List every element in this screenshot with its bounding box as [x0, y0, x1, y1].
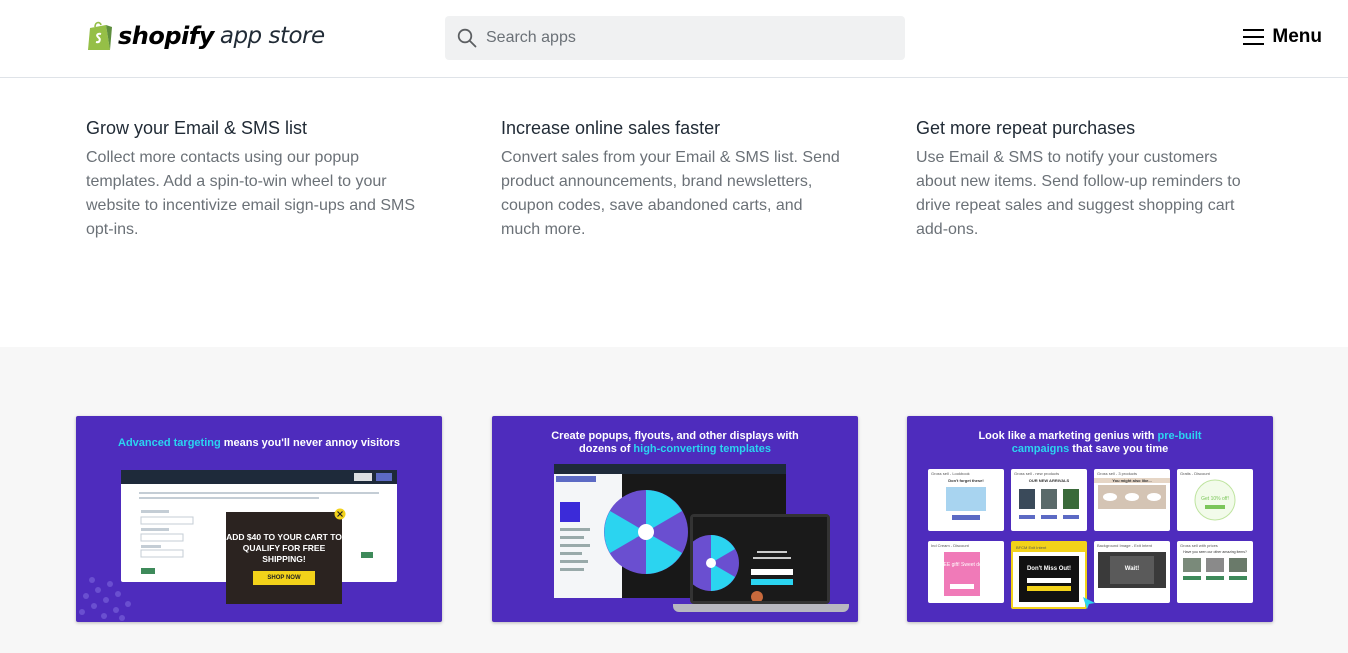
feature-description: Collect more contacts using our popup te… [86, 149, 416, 238]
tile-preview [1098, 485, 1166, 509]
campaign-tile: Gross sell with prices Have you seen our… [1177, 541, 1253, 603]
app-store-label: app store [219, 23, 325, 49]
tile-label: BFCM Exit Intent [1013, 543, 1085, 552]
tile-preview [946, 487, 986, 520]
screenshot-card-templates[interactable]: Create popups, flyouts, and other displa… [492, 416, 858, 622]
tile-label: Gross sell with prices [1180, 543, 1218, 548]
card-title: Look like a marketing genius with pre-bu… [907, 430, 1273, 456]
menu-button[interactable]: Menu [1243, 26, 1322, 48]
card-title-highlight: Advanced targeting [118, 437, 221, 449]
hamburger-icon [1243, 29, 1265, 45]
close-icon [334, 508, 346, 520]
window-buttons [354, 473, 392, 481]
tile-preview [1183, 558, 1247, 580]
tile-preview: Don't Miss Out! [1019, 556, 1079, 602]
feature-email-sms-list: Grow your Email & SMS list Collect more … [86, 118, 426, 242]
laptop-screen [683, 517, 827, 603]
tile-preview [1019, 489, 1079, 519]
card-title: Create popups, flyouts, and other displa… [492, 430, 858, 456]
card-title-pre: dozens of [579, 443, 634, 455]
brand-name: shopify [118, 22, 214, 50]
tile-label: Ind Cream - Discount [931, 543, 969, 548]
card-title-rest: means you'll never annoy visitors [220, 437, 400, 449]
campaign-tile: Gross sell - new products OUR NEW ARRIVA… [1011, 469, 1087, 531]
top-header: shopify app store Menu [0, 0, 1348, 78]
window-titlebar [121, 470, 397, 484]
card-title-line: Create popups, flyouts, and other displa… [551, 430, 799, 442]
feature-description: Convert sales from your Email & SMS list… [501, 149, 840, 238]
campaign-tile: Gratis - Discount Get 10% off! [1177, 469, 1253, 531]
feature-online-sales: Increase online sales faster Convert sal… [501, 118, 841, 242]
popup-shop-button: SHOP NOW [253, 571, 315, 585]
tile-label: Gross sell - 3 products [1097, 471, 1138, 476]
campaign-tile: Gross sell - 3 products You might also l… [1094, 469, 1170, 531]
screenshot-card-campaigns[interactable]: Look like a marketing genius with pre-bu… [907, 416, 1273, 622]
feature-section: Grow your Email & SMS list Collect more … [0, 78, 1348, 347]
campaign-tile: Background Image - Exit Intent Wait! [1094, 541, 1170, 603]
spin-wheel-graphic [604, 490, 688, 574]
tile-label: Gross sell - new products [1014, 471, 1060, 476]
search-icon [457, 28, 477, 48]
popup-text: ADD $40 TO YOUR CART TO QUALIFY FOR FREE… [226, 532, 342, 564]
feature-title: Grow your Email & SMS list [86, 118, 308, 138]
tile-preview: Get 10% off! [1194, 479, 1236, 521]
feature-description: Use Email & SMS to notify your customers… [916, 149, 1241, 238]
laptop-base [673, 604, 849, 612]
laptop-preview [683, 514, 830, 604]
campaign-tile-selected: BFCM Exit Intent Don't Miss Out! [1011, 541, 1095, 609]
tile-headline: FREE gift! Sweet deal! [937, 562, 987, 568]
tile-preview: FREE gift! Sweet deal! [937, 552, 987, 596]
screenshot-gallery: Advanced targeting means you'll never an… [0, 347, 1348, 653]
shopify-bag-icon [88, 21, 112, 50]
screenshot-card-targeting[interactable]: Advanced targeting means you'll never an… [76, 416, 442, 622]
tile-headline: Wait! [1125, 566, 1139, 572]
feature-title: Get more repeat purchases [916, 118, 1136, 138]
tile-label: Background Image - Exit Intent [1097, 543, 1152, 548]
search-bar[interactable] [445, 16, 905, 60]
shopify-app-store-logo[interactable]: shopify app store [86, 19, 325, 53]
card-title-rest: that save you time [1069, 443, 1169, 455]
card-title-highlight: campaigns [1011, 443, 1070, 455]
tile-label: Gross sell - Lookbook [931, 471, 970, 476]
campaign-tile: Gross sell - Lookbook Don't forget these… [928, 469, 1004, 531]
card-title: Advanced targeting means you'll never an… [76, 437, 442, 450]
tile-headline: Get 10% off! [1201, 496, 1229, 502]
campaign-tile: Ind Cream - Discount FREE gift! Sweet de… [928, 541, 1004, 603]
menu-label: Menu [1272, 26, 1322, 47]
search-input[interactable] [486, 29, 886, 47]
card-title-highlight: high-converting templates [633, 443, 771, 455]
feature-repeat-purchases: Get more repeat purchases Use Email & SM… [916, 118, 1256, 242]
tile-headline: Don't Miss Out! [1027, 566, 1071, 572]
shipping-popup-preview: ADD $40 TO YOUR CART TO QUALIFY FOR FREE… [226, 508, 346, 604]
card-title-pre: Look like a marketing genius with [978, 430, 1158, 442]
tile-preview: Wait! [1098, 552, 1166, 588]
card-title-highlight: pre-built [1157, 430, 1202, 442]
tile-label: Gratis - Discount [1180, 471, 1210, 476]
feature-title: Increase online sales faster [501, 118, 721, 138]
